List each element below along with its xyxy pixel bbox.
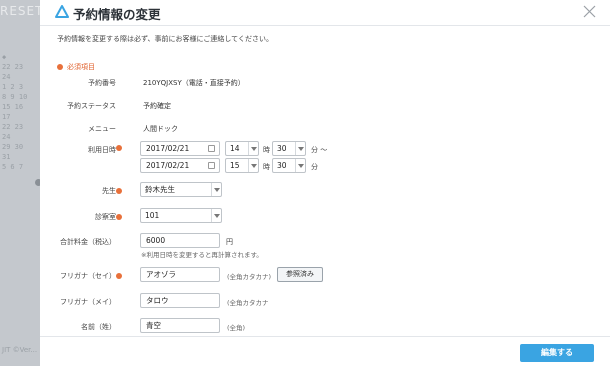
edit-reservation-modal: 予約情報の変更 予約情報を変更する際は必ず、事前にお客様にご連絡してください。 … xyxy=(40,0,610,366)
kana-sei-value: アオゾラ xyxy=(146,270,176,279)
required-legend: 必須項目 xyxy=(57,62,95,72)
submit-edit-button[interactable]: 編集する xyxy=(520,344,594,362)
end-hour-select[interactable]: 15 xyxy=(225,158,259,173)
reference-button[interactable]: 参照済み xyxy=(277,267,323,282)
total-value: 6000 xyxy=(146,236,166,245)
hour-unit: 時 xyxy=(263,146,270,154)
end-date-input[interactable]: 2017/02/21 xyxy=(140,158,220,173)
calendar-icon[interactable] xyxy=(208,162,215,169)
triangle-icon xyxy=(55,5,69,18)
start-date-input[interactable]: 2017/02/21 xyxy=(140,141,220,156)
chevron-down-icon xyxy=(211,183,221,196)
calendar-row: 29 30 31 xyxy=(2,143,24,161)
room-select[interactable]: 101 xyxy=(140,208,222,223)
calendar-row: 22 23 24 xyxy=(2,123,24,141)
modal-title: 予約情報の変更 xyxy=(73,7,161,22)
reservation-number-label: 予約番号 xyxy=(88,79,116,87)
kana-sei-input[interactable]: アオゾラ xyxy=(140,267,220,282)
name-sei-value: 青空 xyxy=(146,321,161,330)
end-minute-select[interactable]: 30 xyxy=(272,158,306,173)
start-date-value: 2017/02/21 xyxy=(146,144,190,153)
kana-mei-label: フリガナ（メイ） xyxy=(60,298,116,306)
calendar-grid: ◆ 22 23 24 1 2 3 8 9 10 15 16 17 22 23 2… xyxy=(2,52,32,172)
start-minute-value: 30 xyxy=(277,144,287,153)
end-minute-value: 30 xyxy=(277,161,287,170)
calendar-row: 15 16 17 xyxy=(2,103,24,121)
kana-sei-hint: (全角カタカナ) xyxy=(227,273,272,281)
end-hour-value: 15 xyxy=(230,161,240,170)
minute-unit-start: 分 〜 xyxy=(311,146,328,154)
kana-mei-input[interactable]: タロウ xyxy=(140,293,220,308)
calendar-icon[interactable] xyxy=(208,145,215,152)
start-minute-select[interactable]: 30 xyxy=(272,141,306,156)
required-dot-icon xyxy=(57,64,63,70)
chevron-down-icon xyxy=(295,142,305,155)
room-value: 101 xyxy=(145,211,160,220)
required-dot-icon xyxy=(116,273,122,279)
start-hour-select[interactable]: 14 xyxy=(225,141,259,156)
kana-mei-value: タロウ xyxy=(146,296,169,305)
modal-header: 予約情報の変更 xyxy=(40,0,610,26)
calendar-row: 5 6 7 xyxy=(2,163,24,171)
chevron-down-icon xyxy=(248,142,258,155)
close-icon[interactable] xyxy=(583,5,596,18)
calendar-row: 22 23 24 xyxy=(2,63,24,81)
name-sei-hint: (全角) xyxy=(227,324,246,332)
reservation-number-value: 210YQJXSY（電話・直接予約） xyxy=(143,79,245,87)
row-datetime: 利用日時 2017/02/21 14 時 30 分 〜 2017/02/21 1… xyxy=(40,141,610,179)
menu-value: 人間ドック xyxy=(143,125,178,133)
calendar-row: ◆ xyxy=(2,53,7,61)
doctor-label: 先生 xyxy=(102,187,116,195)
name-sei-label: 名前（姓） xyxy=(81,323,116,331)
total-hint: ※利用日時を変更すると再計算されます。 xyxy=(141,251,263,259)
required-dot-icon xyxy=(116,188,122,194)
total-label: 合計料金（税込） xyxy=(60,238,116,246)
datetime-label: 利用日時 xyxy=(88,146,116,154)
total-input[interactable]: 6000 xyxy=(140,233,220,248)
chevron-down-icon xyxy=(248,159,258,172)
chevron-down-icon xyxy=(211,209,221,222)
end-date-value: 2017/02/21 xyxy=(146,161,190,170)
chevron-down-icon xyxy=(295,159,305,172)
doctor-select[interactable]: 鈴木先生 xyxy=(140,182,222,197)
doctor-value: 鈴木先生 xyxy=(145,185,175,194)
name-sei-input[interactable]: 青空 xyxy=(140,318,220,333)
background-calendar: RESET ◆ 22 23 24 1 2 3 8 9 10 15 16 17 2… xyxy=(0,0,40,366)
reservation-status-label: 予約ステータス xyxy=(67,102,116,110)
modal-footer: 編集する xyxy=(40,336,610,366)
required-dot-icon xyxy=(116,214,122,220)
reset-text: RESET xyxy=(0,4,40,18)
calendar-row: 1 2 3 xyxy=(2,83,24,91)
menu-label: メニュー xyxy=(88,125,116,133)
notice-text: 予約情報を変更する際は必ず、事前にお客様にご連絡してください。 xyxy=(57,35,273,43)
required-dot-icon xyxy=(116,145,122,151)
required-legend-label: 必須項目 xyxy=(67,63,95,71)
hour-unit: 時 xyxy=(263,163,270,171)
reservation-status-value: 予約確定 xyxy=(143,102,171,110)
kana-mei-hint: (全角カタカナ xyxy=(227,299,269,307)
kana-sei-label: フリガナ（セイ） xyxy=(60,272,116,280)
calendar-row: 8 9 10 xyxy=(2,93,28,101)
minute-unit-end: 分 xyxy=(311,163,318,171)
room-label: 診察室 xyxy=(95,213,116,221)
background-footer: JIT ©Ver... xyxy=(2,346,38,354)
start-hour-value: 14 xyxy=(230,144,240,153)
total-unit: 円 xyxy=(226,238,233,246)
